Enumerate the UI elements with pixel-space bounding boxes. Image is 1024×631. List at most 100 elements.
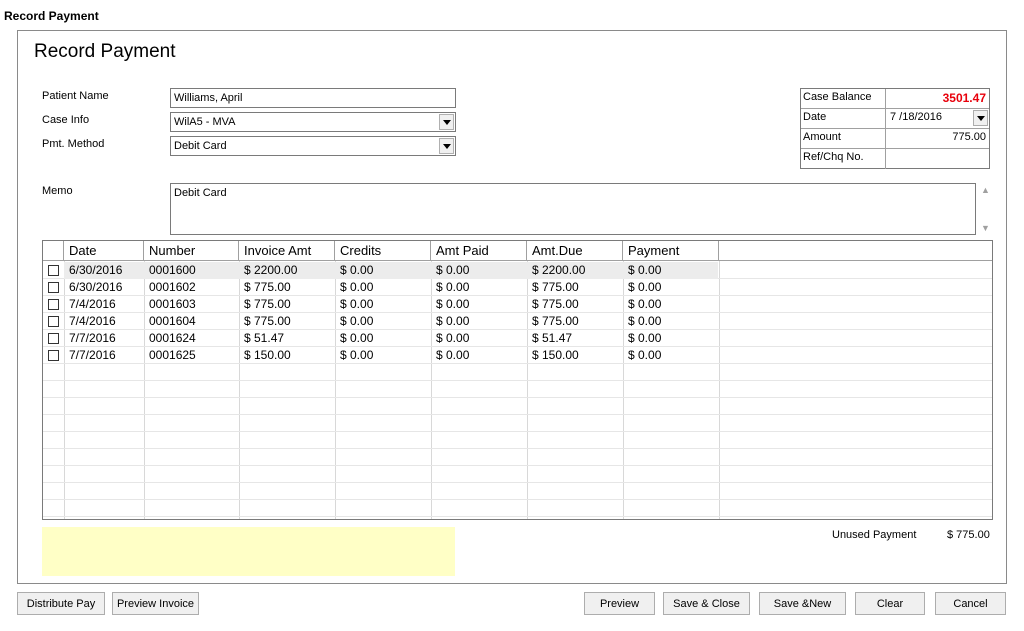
ref-label: Ref/Chq No. <box>801 149 886 169</box>
chevron-down-icon[interactable] <box>973 110 988 126</box>
grid-row-line <box>43 516 992 517</box>
table-cell: $ 0.00 <box>628 314 662 328</box>
table-cell: $ 0.00 <box>628 348 662 362</box>
table-cell: $ 775.00 <box>532 280 579 294</box>
table-cell: $ 0.00 <box>436 263 470 277</box>
date-value: 7 /18/2016 <box>890 111 942 123</box>
table-cell: 6/30/2016 <box>69 280 123 294</box>
table-cell: $ 775.00 <box>532 297 579 311</box>
memo-label: Memo <box>42 185 73 197</box>
preview-button[interactable]: Preview <box>584 592 655 615</box>
column-header[interactable]: Amt Paid <box>431 241 527 261</box>
save-new-button[interactable]: Save &New <box>759 592 846 615</box>
grid-header: Date Number Invoice Amt Credits Amt Paid Amt.… <box>43 241 992 261</box>
pmt-method-select[interactable]: Debit Card <box>170 136 456 156</box>
table-cell: $ 150.00 <box>532 348 579 362</box>
case-info-value: WilA5 - MVA <box>174 116 236 128</box>
amount-label: Amount <box>801 129 886 148</box>
patient-name-field[interactable]: Williams, April <box>170 88 456 108</box>
table-row[interactable]: 7/7/2016 0001624 $ 51.47 $ 0.00 $ 0.00 $ 51.4… <box>43 330 992 347</box>
clear-button[interactable]: Clear <box>855 592 925 615</box>
table-cell: 0001603 <box>149 297 196 311</box>
table-cell: 0001600 <box>149 263 196 277</box>
row-checkbox[interactable] <box>48 265 59 276</box>
scroll-up-icon[interactable]: ▲ <box>981 185 990 195</box>
table-cell: $ 0.00 <box>340 263 374 277</box>
table-cell: $ 0.00 <box>436 280 470 294</box>
column-header[interactable]: Amt.Due <box>527 241 623 261</box>
table-cell: 6/30/2016 <box>69 263 123 277</box>
table-cell: $ 0.00 <box>340 297 374 311</box>
window-title: Record Payment <box>4 9 99 23</box>
invoice-grid: Date Number Invoice Amt Credits Amt Paid Amt.… <box>42 240 993 520</box>
table-row[interactable]: 6/30/2016 0001602 $ 775.00 $ 0.00 $ 0.00 $ 77… <box>43 279 992 296</box>
table-cell: 7/7/2016 <box>69 331 116 345</box>
chevron-down-icon[interactable] <box>439 138 454 154</box>
grid-header-select <box>43 241 64 261</box>
row-checkbox[interactable] <box>48 282 59 293</box>
patient-name-label: Patient Name <box>42 90 109 102</box>
distribute-pay-button[interactable]: Distribute Pay <box>17 592 105 615</box>
row-checkbox[interactable] <box>48 350 59 361</box>
grid-row-line <box>43 482 992 483</box>
ref-field[interactable] <box>887 149 989 169</box>
row-checkbox[interactable] <box>48 316 59 327</box>
chevron-down-icon[interactable] <box>439 114 454 130</box>
case-info-select[interactable]: WilA5 - MVA <box>170 112 456 132</box>
grid-row-line <box>43 499 992 500</box>
save-close-button[interactable]: Save & Close <box>663 592 750 615</box>
table-cell: 0001602 <box>149 280 196 294</box>
case-balance-value: 3501.47 <box>942 91 986 105</box>
amount-row: Amount 775.00 <box>801 129 989 149</box>
amount-field[interactable]: 775.00 <box>887 129 989 148</box>
table-cell: $ 775.00 <box>244 314 291 328</box>
table-cell: $ 0.00 <box>628 280 662 294</box>
table-cell: $ 775.00 <box>244 297 291 311</box>
table-cell: $ 0.00 <box>436 331 470 345</box>
row-checkbox[interactable] <box>48 299 59 310</box>
column-header[interactable]: Number <box>144 241 239 261</box>
row-checkbox[interactable] <box>48 333 59 344</box>
table-cell: $ 2200.00 <box>532 263 586 277</box>
grid-row-line <box>43 414 992 415</box>
pmt-method-value: Debit Card <box>174 140 227 152</box>
case-info-box: Case Balance 3501.47 Date 7 /18/2016 Amo… <box>800 88 990 169</box>
table-cell: $ 0.00 <box>436 314 470 328</box>
table-cell: $ 150.00 <box>244 348 291 362</box>
case-balance-row: Case Balance 3501.47 <box>801 89 989 109</box>
grid-row-line <box>43 431 992 432</box>
table-row[interactable]: 7/7/2016 0001625 $ 150.00 $ 0.00 $ 0.00 $ 150… <box>43 347 992 364</box>
date-field[interactable]: 7 /18/2016 <box>887 109 989 128</box>
date-label: Date <box>801 109 886 128</box>
memo-scrollbar[interactable]: ▲ ▼ <box>978 183 992 237</box>
table-cell: $ 0.00 <box>340 314 374 328</box>
table-cell: 7/4/2016 <box>69 314 116 328</box>
case-info-label: Case Info <box>42 114 90 126</box>
table-cell: $ 0.00 <box>628 297 662 311</box>
table-cell: $ 775.00 <box>532 314 579 328</box>
grid-row-line <box>43 380 992 381</box>
column-header[interactable]: Credits <box>335 241 431 261</box>
table-cell: 7/7/2016 <box>69 348 116 362</box>
table-cell: $ 0.00 <box>340 348 374 362</box>
date-row: Date 7 /18/2016 <box>801 109 989 129</box>
cancel-button[interactable]: Cancel <box>935 592 1006 615</box>
column-header[interactable]: Date <box>64 241 144 261</box>
table-cell: $ 775.00 <box>244 280 291 294</box>
pmt-method-label: Pmt. Method <box>42 138 105 150</box>
table-cell: $ 0.00 <box>340 331 374 345</box>
preview-invoice-button[interactable]: Preview Invoice <box>112 592 199 615</box>
table-cell: 0001624 <box>149 331 196 345</box>
table-cell: $ 2200.00 <box>244 263 298 277</box>
column-header[interactable]: Payment <box>623 241 719 261</box>
grid-row-line <box>43 465 992 466</box>
scroll-down-icon[interactable]: ▼ <box>981 223 990 233</box>
table-cell: $ 0.00 <box>436 297 470 311</box>
grid-row-line <box>43 448 992 449</box>
table-row[interactable]: 7/4/2016 0001603 $ 775.00 $ 0.00 $ 0.00 $ 775… <box>43 296 992 313</box>
table-row[interactable]: 6/30/2016 0001600 $ 2200.00 $ 0.00 $ 0.00 $ 2… <box>43 262 992 279</box>
table-row[interactable]: 7/4/2016 0001604 $ 775.00 $ 0.00 $ 0.00 $ 775… <box>43 313 992 330</box>
memo-field[interactable]: Debit Card <box>170 183 976 235</box>
grid-row-line <box>43 397 992 398</box>
column-header[interactable]: Invoice Amt <box>239 241 335 261</box>
